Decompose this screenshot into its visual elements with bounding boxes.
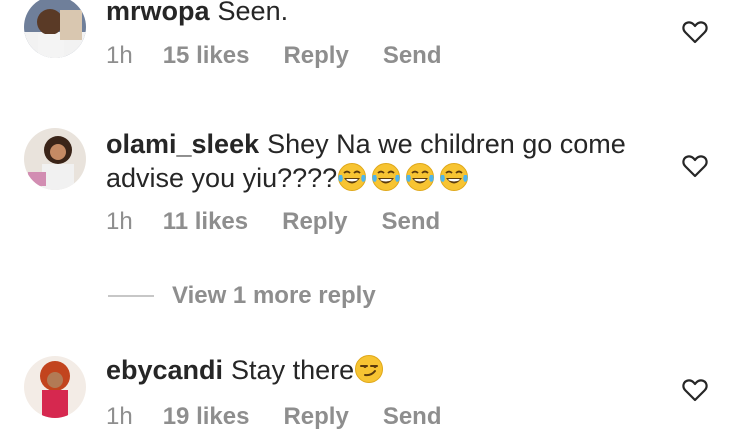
- send-button[interactable]: Send: [383, 403, 442, 431]
- comment-meta: 1h 11 likes Reply Send: [106, 208, 474, 236]
- likes-count[interactable]: 11 likes: [163, 208, 248, 236]
- comment-time: 1h: [106, 403, 133, 430]
- send-button[interactable]: Send: [381, 208, 440, 236]
- reply-button[interactable]: Reply: [283, 42, 348, 70]
- heart-outline-icon[interactable]: [682, 378, 708, 402]
- smirking-face-emoji: [355, 355, 384, 383]
- avatar[interactable]: [24, 0, 86, 58]
- comment-time: 1h: [106, 42, 133, 69]
- tears-of-joy-emoji: [338, 163, 367, 191]
- thread-divider: [108, 295, 154, 297]
- comment-body: Seen.: [217, 0, 289, 26]
- comment-username[interactable]: ebycandi: [106, 355, 223, 385]
- avatar-image: [24, 356, 86, 418]
- avatar-image: [24, 0, 86, 58]
- send-button[interactable]: Send: [383, 42, 442, 70]
- tears-of-joy-emoji: [406, 163, 435, 191]
- heart-outline-icon[interactable]: [682, 154, 708, 178]
- comment-text: ebycandi Stay there: [106, 353, 626, 387]
- heart-outline-icon[interactable]: [682, 20, 708, 44]
- emoji-group: [354, 355, 388, 385]
- reply-button[interactable]: Reply: [283, 403, 348, 431]
- view-more-replies-button[interactable]: View 1 more reply: [108, 282, 376, 310]
- avatar-image: [24, 128, 86, 190]
- emoji-group: [337, 163, 473, 193]
- comment-meta: 1h 19 likes Reply Send: [106, 403, 476, 431]
- likes-count[interactable]: 19 likes: [163, 403, 250, 431]
- comment-text: mrwopa Seen.: [106, 0, 626, 28]
- comment-username[interactable]: olami_sleek: [106, 129, 259, 159]
- avatar[interactable]: [24, 128, 86, 190]
- likes-count[interactable]: 15 likes: [163, 42, 250, 70]
- avatar[interactable]: [24, 356, 86, 418]
- comment-text: olami_sleek Shey Na we children go come a…: [106, 127, 626, 195]
- comment-meta: 1h 15 likes Reply Send: [106, 42, 476, 70]
- comment-username[interactable]: mrwopa: [106, 0, 210, 26]
- tears-of-joy-emoji: [440, 163, 469, 191]
- tears-of-joy-emoji: [372, 163, 401, 191]
- comment-body: Stay there: [231, 355, 355, 385]
- view-more-replies-label: View 1 more reply: [172, 282, 376, 309]
- reply-button[interactable]: Reply: [282, 208, 347, 236]
- comment-time: 1h: [106, 208, 133, 235]
